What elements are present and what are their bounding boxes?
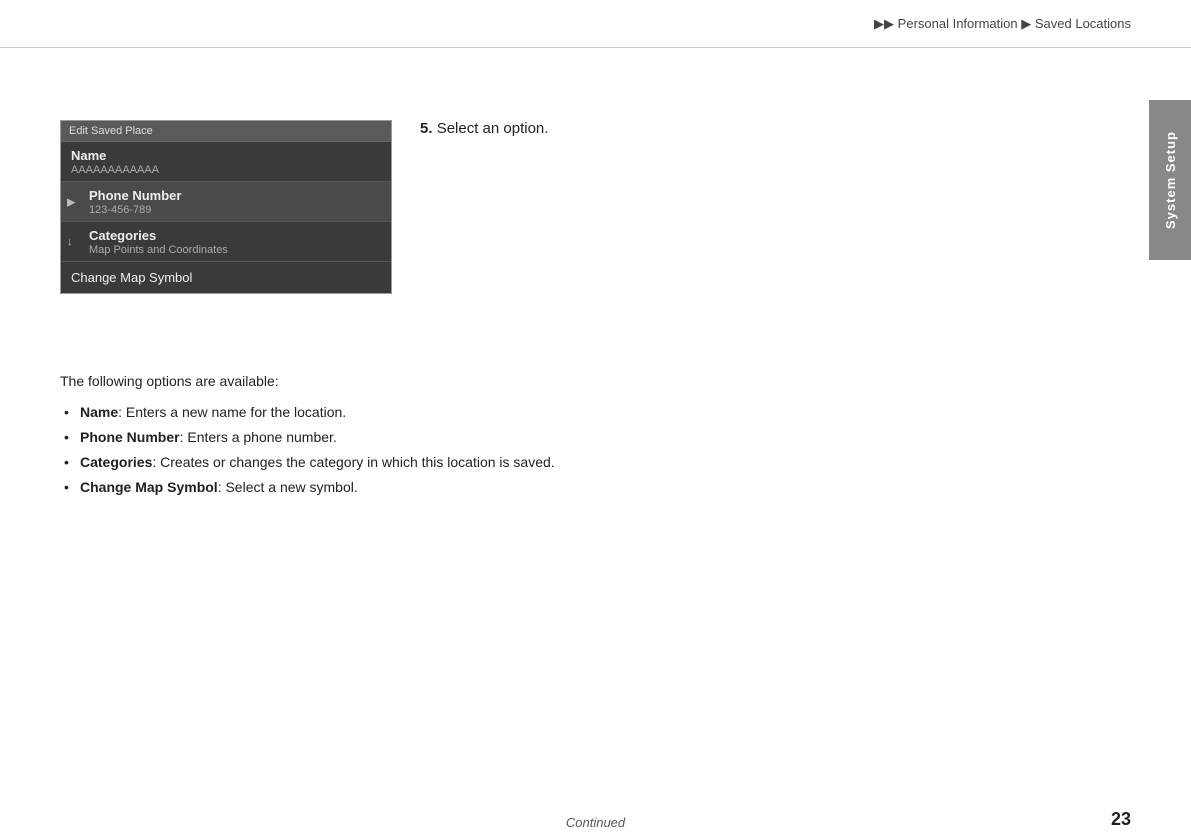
- row-categories-sub: Map Points and Coordinates: [89, 244, 381, 256]
- term-phone: Phone Number: [80, 429, 180, 445]
- row-categories-label: Categories: [89, 228, 381, 243]
- step-text: Select an option.: [437, 120, 549, 137]
- side-tab-label: System Setup: [1163, 131, 1178, 229]
- breadcrumb-arrows: ▶▶: [874, 16, 894, 31]
- footer-continued: Continued: [566, 815, 625, 830]
- footer-page-number: 23: [1111, 809, 1131, 830]
- text-name: : Enters a new name for the location.: [118, 404, 346, 420]
- row-phone-icon: ▶: [67, 195, 75, 208]
- term-categories: Categories: [80, 454, 152, 470]
- ui-panel-row-name[interactable]: Name AAAAAAAAAAAA: [61, 142, 391, 182]
- breadcrumb-arrow2: ▶: [1021, 16, 1031, 31]
- breadcrumb-section1: Personal Information: [898, 16, 1018, 31]
- text-categories: : Creates or changes the category in whi…: [152, 454, 554, 470]
- term-name: Name: [80, 404, 118, 420]
- ui-panel-header: Edit Saved Place: [61, 121, 391, 142]
- list-item-name: Name: Enters a new name for the location…: [80, 402, 1071, 423]
- text-phone: : Enters a phone number.: [180, 429, 337, 445]
- list-item-phone: Phone Number: Enters a phone number.: [80, 427, 1071, 448]
- breadcrumb-bar: ▶▶ Personal Information ▶ Saved Location…: [0, 0, 1191, 48]
- step-number: 5.: [420, 120, 433, 137]
- description-intro: The following options are available:: [60, 370, 1071, 392]
- footer: Continued: [0, 815, 1191, 830]
- term-mapsymbol: Change Map Symbol: [80, 479, 218, 495]
- ui-panel-row-mapsymbol[interactable]: Change Map Symbol: [61, 262, 391, 293]
- ui-panel-row-categories[interactable]: ↓ Categories Map Points and Coordinates: [61, 222, 391, 262]
- row-categories-icon: ↓: [67, 236, 73, 248]
- system-setup-tab: System Setup: [1149, 100, 1191, 260]
- row-name-label: Name: [71, 148, 381, 163]
- breadcrumb-section2: Saved Locations: [1035, 16, 1131, 31]
- ui-panel: Edit Saved Place Name AAAAAAAAAAAA ▶ Pho…: [60, 120, 392, 294]
- row-phone-sub: 123-456-789: [89, 204, 381, 216]
- list-item-mapsymbol: Change Map Symbol: Select a new symbol.: [80, 477, 1071, 498]
- row-name-sub: AAAAAAAAAAAA: [71, 164, 381, 176]
- text-mapsymbol: : Select a new symbol.: [218, 479, 358, 495]
- row-mapsymbol-label: Change Map Symbol: [71, 270, 192, 285]
- list-item-categories: Categories: Creates or changes the categ…: [80, 452, 1071, 473]
- main-content: Edit Saved Place Name AAAAAAAAAAAA ▶ Pho…: [60, 60, 1131, 800]
- step-instruction: 5. Select an option.: [420, 120, 548, 137]
- description: The following options are available: Nam…: [60, 370, 1071, 502]
- ui-panel-row-phone[interactable]: ▶ Phone Number 123-456-789: [61, 182, 391, 222]
- row-phone-label: Phone Number: [89, 188, 381, 203]
- breadcrumb: ▶▶ Personal Information ▶ Saved Location…: [874, 16, 1131, 32]
- bullet-list: Name: Enters a new name for the location…: [60, 402, 1071, 498]
